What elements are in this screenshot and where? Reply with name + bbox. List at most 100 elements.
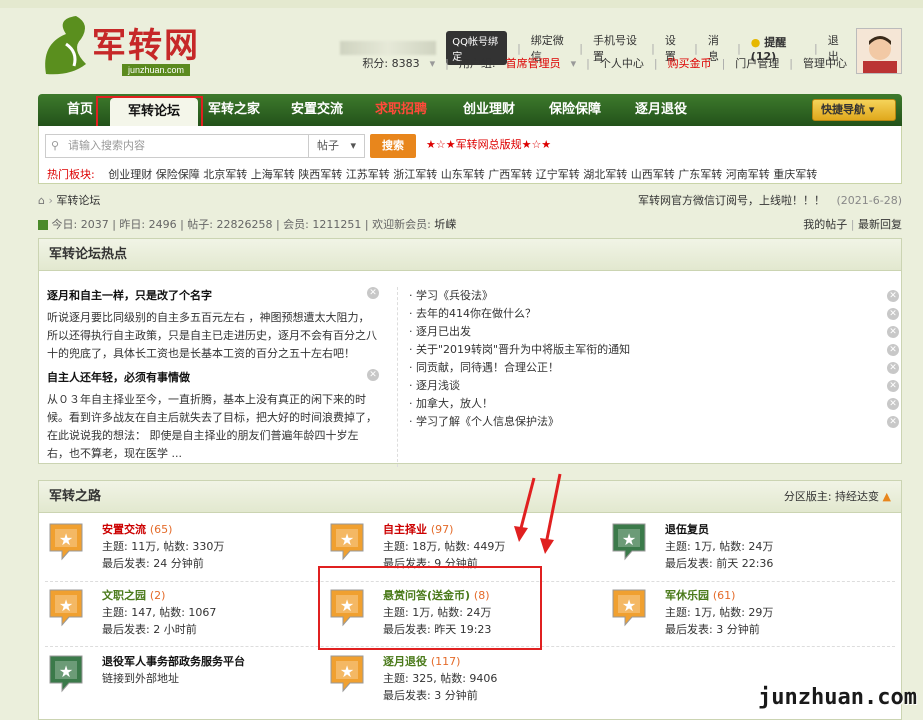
star-forum-icon[interactable]: ★ [47, 587, 85, 627]
hot-board-item[interactable]: 浙江军转 [393, 168, 437, 181]
link-portal-admin[interactable]: 门户管理 [735, 55, 779, 71]
forum-item[interactable]: ★ 退伍复员 主题: 1万, 帖数: 24万 最后发表: 前天 22:36 [610, 521, 870, 587]
forum-title[interactable]: 军休乐园 [665, 589, 709, 602]
star-forum-icon[interactable]: ★ [328, 653, 366, 693]
hot-board-item[interactable]: 河南军转 [726, 168, 770, 181]
hot-board-item[interactable]: 陕西军转 [298, 168, 342, 181]
list-item[interactable]: · 学习了解《个人信息保护法》 ✕ [409, 413, 899, 431]
forum-name[interactable]: 逐月退役 (117) [383, 653, 460, 669]
nav-finance[interactable]: 创业理财 [452, 94, 526, 126]
hot-board-item[interactable]: 广西军转 [488, 168, 532, 181]
forum-item[interactable]: ★ 逐月退役 (117) 主题: 325, 帖数: 9406 最后发表: 3 分钟前 [328, 653, 588, 719]
quick-nav-button[interactable]: 快捷导航 ▾ [812, 99, 896, 121]
forum-rules-link[interactable]: ★☆★军转网总版规★☆★ [426, 136, 551, 152]
points[interactable]: 积分: 8383 [362, 55, 419, 71]
wechat-notice[interactable]: 军转网官方微信订阅号，上线啦！！！ [638, 194, 825, 207]
search-button[interactable]: 搜索 [370, 134, 416, 158]
close-icon[interactable]: ✕ [887, 398, 899, 410]
list-item[interactable]: · 关于"2019转岗"晋升为中将版主军衔的通知 ✕ [409, 341, 899, 359]
close-icon[interactable]: ✕ [887, 344, 899, 356]
hot-post-2[interactable]: 自主人还年轻，必须有事情做 从０３年自主择业至今，一直折腾，基本上没有真正的闲下… [47, 369, 379, 463]
topic-title[interactable]: 逐月已出发 [416, 325, 471, 338]
link-buy-coins[interactable]: 购买金币 [668, 55, 712, 71]
forum-title[interactable]: 退伍复员 [665, 523, 709, 536]
forum-last-post[interactable]: 最后发表: 前天 22:36 [665, 555, 773, 571]
nav-jobs[interactable]: 求职招聘 [366, 94, 436, 126]
hot-board-item[interactable]: 创业理财 [108, 168, 152, 181]
topic-title[interactable]: 逐月浅谈 [416, 379, 460, 392]
search-input[interactable]: ⚲ 请输入搜索内容 [45, 134, 309, 158]
nav-jz-home[interactable]: 军转之家 [200, 94, 268, 126]
latest-replies-link[interactable]: 最新回复 [858, 218, 902, 231]
list-item[interactable]: · 去年的414你在做什么？ ✕ [409, 305, 899, 323]
hot-post-title[interactable]: 自主人还年轻，必须有事情做 [47, 369, 377, 387]
close-icon[interactable]: ✕ [887, 326, 899, 338]
nav-placement[interactable]: 安置交流 [282, 94, 352, 126]
collapse-icon[interactable]: ▲ [883, 490, 891, 503]
breadcrumb-forum[interactable]: 军转论坛 [56, 194, 100, 207]
forum-last-post[interactable]: 最后发表: 3 分钟前 [665, 621, 760, 637]
close-icon[interactable]: ✕ [887, 308, 899, 320]
nav-retire[interactable]: 逐月退役 [624, 94, 698, 126]
hot-board-item[interactable]: 山东军转 [441, 168, 485, 181]
link-admin-center[interactable]: 管理中心 [803, 55, 847, 71]
forum-title[interactable]: 安置交流 [102, 523, 146, 536]
topic-title[interactable]: 加拿大，放人！ [416, 397, 493, 410]
topic-title[interactable]: 学习了解《个人信息保护法》 [416, 415, 559, 428]
forum-name[interactable]: 文职之园 (2) [102, 587, 165, 603]
hot-board-item[interactable]: 山西军转 [631, 168, 675, 181]
forum-last-post[interactable]: 最后发表: 3 分钟前 [383, 687, 478, 703]
list-item[interactable]: · 加拿大，放人！ ✕ [409, 395, 899, 413]
hot-board-item[interactable]: 保险保障 [156, 168, 200, 181]
hot-board-item[interactable]: 重庆军转 [773, 168, 817, 181]
hot-board-item[interactable]: 北京军转 [203, 168, 247, 181]
forum-title[interactable]: 退役军人事务部政务服务平台 [102, 655, 245, 668]
list-item[interactable]: · 逐月浅谈 ✕ [409, 377, 899, 395]
close-icon[interactable]: ✕ [367, 287, 379, 299]
close-icon[interactable]: ✕ [887, 380, 899, 392]
forum-name[interactable]: 军休乐园 (61) [665, 587, 735, 603]
list-item[interactable]: · 同贡献，同待遇！合理公正！ ✕ [409, 359, 899, 377]
forum-last-post[interactable]: 最后发表: 24 分钟前 [102, 555, 204, 571]
star-forum-icon[interactable]: ★ [47, 521, 85, 561]
forum-item[interactable]: ★ 军休乐园 (61) 主题: 1万, 帖数: 29万 最后发表: 3 分钟前 [610, 587, 870, 653]
hot-board-item[interactable]: 江苏军转 [346, 168, 390, 181]
list-item[interactable]: · 学习《兵役法》 ✕ [409, 287, 899, 305]
star-forum-icon[interactable]: ★ [610, 521, 648, 561]
forum-name[interactable]: 安置交流 (65) [102, 521, 172, 537]
star-forum-icon[interactable]: ★ [328, 521, 366, 561]
hot-board-item[interactable]: 湖北军转 [583, 168, 627, 181]
hot-board-item[interactable]: 广东军转 [678, 168, 722, 181]
hot-board-item[interactable]: 上海军转 [251, 168, 295, 181]
forum-item[interactable]: ★ 文职之园 (2) 主题: 147, 帖数: 1067 最后发表: 2 小时前 [47, 587, 307, 653]
home-icon[interactable]: ⌂ [38, 194, 45, 207]
moderator[interactable]: 分区版主: 持经达变 [784, 490, 879, 503]
my-posts-link[interactable]: 我的帖子 [803, 218, 847, 231]
topic-title[interactable]: 同贡献，同待遇！合理公正！ [416, 361, 559, 374]
forum-item[interactable]: ★ 安置交流 (65) 主题: 11万, 帖数: 330万 最后发表: 24 分钟前 [47, 521, 307, 587]
avatar[interactable] [856, 28, 902, 74]
forum-name[interactable]: 退伍复员 [665, 521, 709, 537]
close-icon[interactable]: ✕ [887, 362, 899, 374]
nav-insurance[interactable]: 保险保障 [538, 94, 612, 126]
close-icon[interactable]: ✕ [887, 290, 899, 302]
star-forum-icon[interactable]: ★ [47, 653, 85, 693]
topic-title[interactable]: 去年的414你在做什么？ [416, 307, 536, 320]
usergroup-value[interactable]: 首席管理员 [506, 55, 561, 71]
topic-title[interactable]: 关于"2019转岗"晋升为中将版主军衔的通知 [416, 343, 630, 356]
forum-name[interactable]: 退役军人事务部政务服务平台 [102, 653, 245, 669]
forum-item[interactable]: ★ 退役军人事务部政务服务平台 链接到外部地址 [47, 653, 307, 719]
site-logo[interactable]: 军转网 junzhuan.com [36, 14, 216, 80]
hot-board-item[interactable]: 辽宁军转 [536, 168, 580, 181]
new-member[interactable]: 圻嵘 [434, 218, 456, 231]
list-item[interactable]: · 逐月已出发 ✕ [409, 323, 899, 341]
topic-title[interactable]: 学习《兵役法》 [416, 289, 493, 302]
close-icon[interactable]: ✕ [367, 369, 379, 381]
hot-post-title[interactable]: 逐月和自主一样，只是改了个名字 [47, 287, 377, 305]
star-forum-icon[interactable]: ★ [610, 587, 648, 627]
forum-name[interactable]: 自主择业 (97) [383, 521, 453, 537]
hot-post-1[interactable]: 逐月和自主一样，只是改了个名字 听说逐月要比同级别的自主多五百元左右 ，神图预想… [47, 287, 379, 363]
forum-title[interactable]: 文职之园 [102, 589, 146, 602]
forum-title[interactable]: 逐月退役 [383, 655, 427, 668]
forum-title[interactable]: 自主择业 [383, 523, 427, 536]
